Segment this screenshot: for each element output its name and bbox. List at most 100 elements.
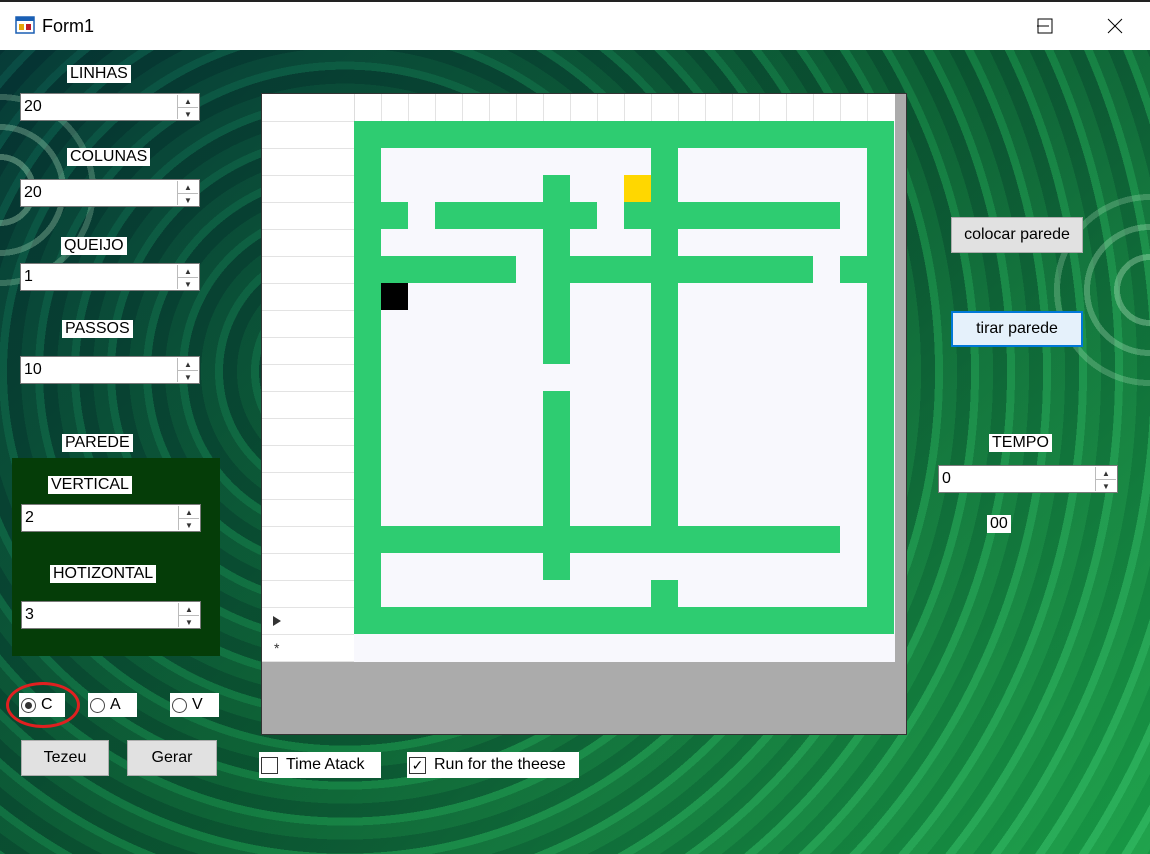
spin-down-icon[interactable]: ▼ xyxy=(179,616,199,628)
maze-wall-cell[interactable] xyxy=(354,256,381,283)
maze-wall-cell[interactable] xyxy=(354,391,381,418)
maze-wall-cell[interactable] xyxy=(732,256,759,283)
maze-wall-cell[interactable] xyxy=(543,121,570,148)
maze-wall-cell[interactable] xyxy=(597,607,624,634)
maze-wall-cell[interactable] xyxy=(516,607,543,634)
maze-wall-cell[interactable] xyxy=(651,526,678,553)
spin-up-icon[interactable]: ▲ xyxy=(178,265,198,278)
maze-wall-cell[interactable] xyxy=(651,337,678,364)
tempo-numeric[interactable]: 0 ▲ ▼ xyxy=(938,465,1118,493)
maze-wall-cell[interactable] xyxy=(813,607,840,634)
maze-wall-cell[interactable] xyxy=(543,472,570,499)
maze-wall-cell[interactable] xyxy=(381,607,408,634)
maze-wall-cell[interactable] xyxy=(543,202,570,229)
linhas-numeric[interactable]: 20 ▲ ▼ xyxy=(20,93,200,121)
spin-down-icon[interactable]: ▼ xyxy=(1096,480,1116,492)
radio-unselected-icon[interactable] xyxy=(172,697,187,713)
maze-wall-cell[interactable] xyxy=(867,202,894,229)
maze-wall-cell[interactable] xyxy=(489,121,516,148)
maze-wall-cell[interactable] xyxy=(462,121,489,148)
spin-up-icon[interactable]: ▲ xyxy=(178,358,198,371)
maze-wall-cell[interactable] xyxy=(624,202,651,229)
maze-wall-cell[interactable] xyxy=(354,607,381,634)
horizontal-spinner[interactable]: ▲ ▼ xyxy=(178,603,199,627)
maze-wall-cell[interactable] xyxy=(867,364,894,391)
maze-wall-cell[interactable] xyxy=(543,256,570,283)
maze-wall-cell[interactable] xyxy=(489,607,516,634)
time-attack-checkbox[interactable]: Time Atack xyxy=(259,752,381,778)
maze-wall-cell[interactable] xyxy=(867,148,894,175)
maze-wall-cell[interactable] xyxy=(354,526,381,553)
maze-wall-cell[interactable] xyxy=(732,526,759,553)
maze-wall-cell[interactable] xyxy=(705,121,732,148)
maze-wall-cell[interactable] xyxy=(381,256,408,283)
maze-wall-cell[interactable] xyxy=(354,229,381,256)
maze-wall-cell[interactable] xyxy=(813,202,840,229)
maze-wall-cell[interactable] xyxy=(732,607,759,634)
passos-value[interactable]: 10 xyxy=(24,361,42,379)
spin-down-icon[interactable]: ▼ xyxy=(178,194,198,206)
maze-wall-cell[interactable] xyxy=(543,229,570,256)
maze-wall-cell[interactable] xyxy=(354,418,381,445)
maximize-button[interactable] xyxy=(1010,2,1080,50)
tirar-parede-button[interactable]: tirar parede xyxy=(951,311,1083,347)
maze-wall-cell[interactable] xyxy=(354,148,381,175)
maze-wall-cell[interactable] xyxy=(867,175,894,202)
maze-wall-cell[interactable] xyxy=(354,175,381,202)
maze-wall-cell[interactable] xyxy=(678,526,705,553)
maze-wall-cell[interactable] xyxy=(543,283,570,310)
maze-wall-cell[interactable] xyxy=(678,256,705,283)
maze-wall-cell[interactable] xyxy=(408,256,435,283)
maze-wall-cell[interactable] xyxy=(651,256,678,283)
horizontal-numeric[interactable]: 3 ▲ ▼ xyxy=(21,601,201,629)
tezeu-button[interactable]: Tezeu xyxy=(21,740,109,776)
maze-wall-cell[interactable] xyxy=(867,391,894,418)
checkbox-unchecked-icon[interactable] xyxy=(261,756,278,774)
maze-wall-cell[interactable] xyxy=(867,580,894,607)
maze-wall-cell[interactable] xyxy=(408,526,435,553)
maze-wall-cell[interactable] xyxy=(867,121,894,148)
maze-wall-cell[interactable] xyxy=(543,499,570,526)
maze-wall-cell[interactable] xyxy=(867,607,894,634)
linhas-value[interactable]: 20 xyxy=(24,98,42,116)
maze-wall-cell[interactable] xyxy=(597,121,624,148)
maze-wall-cell[interactable] xyxy=(867,337,894,364)
tempo-value[interactable]: 0 xyxy=(942,470,951,488)
maze-wall-cell[interactable] xyxy=(867,418,894,445)
maze-wall-cell[interactable] xyxy=(570,256,597,283)
maze-wall-cell[interactable] xyxy=(435,121,462,148)
maze-wall-cell[interactable] xyxy=(867,526,894,553)
maze-wall-cell[interactable] xyxy=(354,553,381,580)
spin-down-icon[interactable]: ▼ xyxy=(179,519,199,531)
maze-wall-cell[interactable] xyxy=(840,607,867,634)
vertical-numeric[interactable]: 2 ▲ ▼ xyxy=(21,504,201,532)
maze-wall-cell[interactable] xyxy=(651,310,678,337)
maze-wall-cell[interactable] xyxy=(705,202,732,229)
radio-v[interactable]: V xyxy=(170,693,219,717)
maze-wall-cell[interactable] xyxy=(543,526,570,553)
maze-wall-cell[interactable] xyxy=(597,256,624,283)
maze-wall-cell[interactable] xyxy=(759,256,786,283)
maze-wall-cell[interactable] xyxy=(732,202,759,229)
maze-wall-cell[interactable] xyxy=(435,526,462,553)
maze-wall-cell[interactable] xyxy=(435,607,462,634)
maze-wall-cell[interactable] xyxy=(678,607,705,634)
maze-wall-cell[interactable] xyxy=(543,418,570,445)
maze-wall-cell[interactable] xyxy=(840,256,867,283)
maze-wall-cell[interactable] xyxy=(543,337,570,364)
maze-wall-cell[interactable] xyxy=(543,175,570,202)
maze-wall-cell[interactable] xyxy=(354,310,381,337)
maze-wall-cell[interactable] xyxy=(543,445,570,472)
maze-wall-cell[interactable] xyxy=(435,256,462,283)
maze-wall-cell[interactable] xyxy=(570,121,597,148)
gerar-button[interactable]: Gerar xyxy=(127,740,217,776)
maze-wall-cell[interactable] xyxy=(867,310,894,337)
cheese-cell[interactable] xyxy=(624,175,651,202)
tempo-spinner[interactable]: ▲ ▼ xyxy=(1095,467,1116,491)
maze-wall-cell[interactable] xyxy=(651,364,678,391)
maze-wall-cell[interactable] xyxy=(705,256,732,283)
queijo-numeric[interactable]: 1 ▲ ▼ xyxy=(20,263,200,291)
maze-wall-cell[interactable] xyxy=(759,526,786,553)
maze-wall-cell[interactable] xyxy=(354,472,381,499)
maze-wall-cell[interactable] xyxy=(651,391,678,418)
